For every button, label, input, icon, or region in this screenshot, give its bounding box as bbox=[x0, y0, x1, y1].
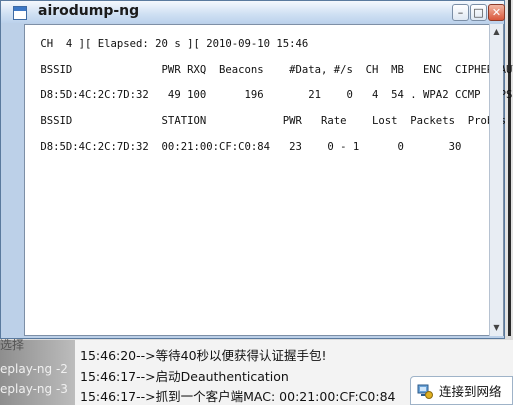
minimize-button[interactable]: – bbox=[452, 4, 469, 21]
scroll-down-icon[interactable]: ▼ bbox=[490, 320, 503, 336]
console-line-header: CH 4 ][ Elapsed: 20 s ][ 2010-09-10 15:4… bbox=[34, 38, 309, 50]
log-line-1: 15:46:20-->等待40秒以便获得认证握手包! bbox=[80, 348, 327, 363]
console-line-station-row: D8:5D:4C:2C:7D:32 00:21:00:CF:C0:84 23 0… bbox=[34, 141, 462, 153]
log-line-3: 15:46:17-->抓到一个客户端MAC: 00:21:00:CF:C0:84 bbox=[80, 389, 396, 404]
log-line-2: 15:46:17-->启动Deauthentication bbox=[80, 369, 289, 384]
close-button[interactable]: ✕ bbox=[488, 4, 505, 21]
window-title: airodump-ng bbox=[38, 3, 140, 19]
network-connect-icon bbox=[417, 383, 433, 399]
vertical-scrollbar[interactable]: ▲ ▼ bbox=[489, 24, 503, 336]
tray-text: 连接到网络 bbox=[439, 384, 502, 399]
window-icon bbox=[13, 5, 27, 20]
title-bar[interactable]: airodump-ng – □ ✕ bbox=[1, 1, 505, 23]
console-line-ap-columns: BSSID PWR RXQ Beacons #Data, #/s CH MB E… bbox=[34, 64, 513, 76]
console-output[interactable]: CH 4 ][ Elapsed: 20 s ][ 2010-09-10 15:4… bbox=[24, 24, 513, 336]
side-label-aireplay-3[interactable]: eplay-ng -3 bbox=[0, 382, 68, 396]
airodump-window: airodump-ng – □ ✕ CH 4 ][ Elapsed: 20 s … bbox=[0, 0, 513, 339]
console-line-ap-row: D8:5D:4C:2C:7D:32 49 100 196 21 0 4 54 .… bbox=[34, 89, 513, 101]
background-divider bbox=[508, 0, 511, 340]
tray-notification[interactable]: 连接到网络 bbox=[410, 376, 513, 405]
console-line-station-columns: BSSID STATION PWR Rate Lost Packets Prob… bbox=[34, 115, 506, 127]
scroll-up-icon[interactable]: ▲ bbox=[490, 24, 503, 40]
maximize-button[interactable]: □ bbox=[470, 4, 487, 21]
side-label-aireplay-2[interactable]: eplay-ng -2 bbox=[0, 362, 68, 376]
